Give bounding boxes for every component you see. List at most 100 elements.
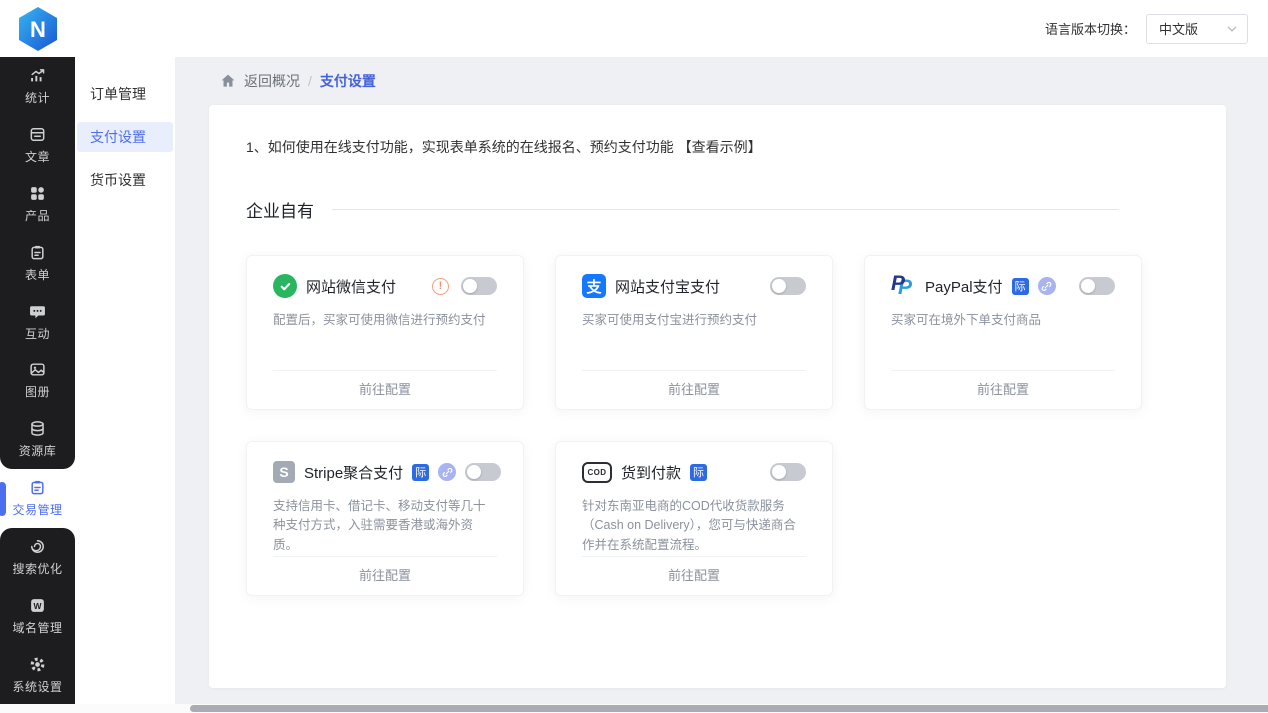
international-badge: 际 [1011, 277, 1029, 295]
language-select-value: 中文版 [1159, 22, 1199, 37]
breadcrumb: 返回概况 / 支付设置 [175, 57, 1268, 105]
sidebar-item-label: 交易管理 [12, 503, 63, 518]
sidebar-item-domain[interactable]: W 域名管理 [0, 587, 75, 647]
payment-toggle[interactable] [461, 277, 497, 295]
go-configure-link[interactable]: 前往配置 [273, 557, 497, 595]
form-icon [29, 244, 46, 261]
payment-card-description: 买家可使用支付宝进行预约支付 [582, 313, 758, 327]
help-tip: 1、如何使用在线支付功能，实现表单系统的在线报名、预约支付功能 【查看示例】 [246, 137, 1189, 157]
payment-toggle[interactable] [770, 277, 806, 295]
go-configure-link[interactable]: 前往配置 [582, 371, 806, 409]
sidebar-item-label: 统计 [24, 90, 50, 105]
article-icon [29, 126, 46, 143]
wechat-pay-icon [273, 274, 297, 298]
breadcrumb-separator: / [308, 73, 312, 89]
chevron-down-icon [1227, 26, 1237, 32]
payment-card-title: Stripe聚合支付 [304, 464, 404, 482]
secondary-sidebar: 订单管理 支付设置 货币设置 [75, 57, 175, 713]
section-header: 企业自有 [246, 197, 1189, 222]
payment-card-description: 买家可在境外下单支付商品 [891, 313, 1042, 327]
sidebar-item-label: 资源库 [18, 444, 57, 459]
sidebar-item-resource[interactable]: 资源库 [0, 410, 75, 470]
sidebar-item-label: 产品 [24, 208, 50, 223]
submenu-item-订单管理[interactable]: 订单管理 [77, 79, 173, 109]
paypal-icon: PP [891, 271, 913, 299]
sidebar-item-product[interactable]: 产品 [0, 174, 75, 234]
payment-toggle[interactable] [465, 463, 502, 481]
sidebar-item-label: 图册 [24, 385, 50, 400]
domain-icon: W [29, 597, 46, 614]
payment-card-stripe: S Stripe聚合支付 际 支持信用卡、借记卡、移动支付等几十种支付方式，入驻… [246, 441, 524, 596]
go-configure-link[interactable]: 前往配置 [582, 557, 806, 595]
breadcrumb-current: 支付设置 [319, 73, 376, 89]
sidebar-item-seo[interactable]: 搜索优化 [0, 528, 75, 588]
sidebar-item-gallery[interactable]: 图册 [0, 351, 75, 411]
sidebar-item-interact[interactable]: 互动 [0, 292, 75, 352]
sidebar-item-label: 域名管理 [12, 621, 63, 636]
seo-icon [29, 538, 46, 555]
submenu-item-支付设置[interactable]: 支付设置 [77, 122, 173, 152]
international-badge: 际 [412, 463, 430, 481]
go-configure-link[interactable]: 前往配置 [273, 371, 497, 409]
language-select[interactable]: 中文版 [1146, 13, 1248, 44]
submenu-item-label: 订单管理 [90, 86, 146, 102]
warning-icon: ! [432, 277, 449, 295]
svg-text:N: N [30, 17, 46, 42]
payment-toggle[interactable] [1079, 277, 1115, 295]
section-title: 企业自有 [246, 202, 314, 221]
payment-card-cod: COD 货到付款 际 针对东南亚电商的COD代收货款服务（Cash on Del… [555, 441, 833, 596]
svg-text:W: W [33, 601, 42, 611]
top-header: N 语言版本切换： 中文版 [0, 0, 1268, 57]
sidebar-item-article[interactable]: 文章 [0, 115, 75, 175]
payment-card-alipay: 支 网站支付宝支付 买家可使用支付宝进行预约支付 前往配置 [555, 255, 833, 410]
payment-toggle[interactable] [770, 463, 806, 481]
payment-card-description: 支持信用卡、借记卡、移动支付等几十种支付方式，入驻需要香港或海外资质。 [273, 499, 486, 552]
alipay-icon: 支 [582, 274, 606, 298]
payment-card-title: 网站支付宝支付 [615, 278, 721, 296]
interact-icon [29, 303, 46, 320]
submenu-item-label: 货币设置 [90, 172, 146, 188]
sidebar-item-label: 文章 [24, 149, 50, 164]
payment-card-title: PayPal支付 [925, 278, 1003, 296]
link-icon[interactable] [1037, 277, 1056, 295]
resource-icon [29, 420, 46, 437]
payment-card-title: 网站微信支付 [306, 278, 397, 296]
go-configure-link[interactable]: 前往配置 [891, 371, 1115, 409]
sidebar-item-trade[interactable]: 交易管理 [0, 469, 75, 529]
sidebar-item-form[interactable]: 表单 [0, 233, 75, 293]
horizontal-scrollbar [0, 704, 1268, 713]
view-example-link[interactable]: 【查看示例】 [678, 139, 762, 155]
payment-card-wechat: 网站微信支付 ! 配置后，买家可使用微信进行预约支付 前往配置 [246, 255, 524, 410]
payment-card-description: 针对东南亚电商的COD代收货款服务（Cash on Delivery），您可与快… [582, 499, 796, 552]
settings-icon [29, 656, 46, 673]
primary-sidebar: 统计 文章 产品 表单 互动 图册 资源库 交易管理 搜索优化 W 域名管理 系… [0, 57, 75, 705]
app-window: N 语言版本切换： 中文版 统计 文章 产品 表单 互动 图册 资源库 交易管理… [0, 0, 1268, 713]
cod-icon: COD [582, 461, 612, 483]
sidebar-item-label: 搜索优化 [12, 562, 63, 577]
link-icon[interactable] [438, 463, 457, 481]
home-icon[interactable] [220, 73, 236, 89]
stripe-icon: S [273, 461, 295, 483]
trade-icon [29, 479, 46, 496]
sidebar-item-label: 系统设置 [12, 680, 63, 695]
product-icon [29, 185, 46, 202]
content-panel: 1、如何使用在线支付功能，实现表单系统的在线报名、预约支付功能 【查看示例】 企… [209, 105, 1226, 688]
sidebar-item-stats[interactable]: 统计 [0, 57, 75, 116]
brand-logo-icon[interactable]: N [14, 5, 62, 53]
submenu-item-货币设置[interactable]: 货币设置 [77, 165, 173, 195]
submenu-item-label: 支付设置 [90, 129, 146, 145]
international-badge: 际 [690, 463, 708, 481]
language-switch-label: 语言版本切换： [1044, 22, 1136, 37]
breadcrumb-back-link[interactable]: 返回概况 [244, 71, 300, 91]
main-area: 返回概况 / 支付设置 1、如何使用在线支付功能，实现表单系统的在线报名、预约支… [175, 57, 1268, 713]
payment-card-description: 配置后，买家可使用微信进行预约支付 [273, 313, 486, 327]
horizontal-scrollbar-thumb[interactable] [190, 705, 1268, 712]
help-tip-text: 1、如何使用在线支付功能，实现表单系统的在线报名、预约支付功能 [246, 139, 678, 155]
payment-card-paypal: PP PayPal支付 际 买家可在境外下单支付商品 前往配置 [864, 255, 1142, 410]
payment-card-grid: 网站微信支付 ! 配置后，买家可使用微信进行预约支付 前往配置 支 网站支付宝支… [246, 255, 1189, 596]
payment-card-title: 货到付款 [621, 464, 682, 482]
sidebar-item-settings[interactable]: 系统设置 [0, 646, 75, 705]
gallery-icon [29, 361, 46, 378]
sidebar-item-label: 互动 [24, 326, 50, 341]
sidebar-item-label: 表单 [24, 267, 50, 282]
